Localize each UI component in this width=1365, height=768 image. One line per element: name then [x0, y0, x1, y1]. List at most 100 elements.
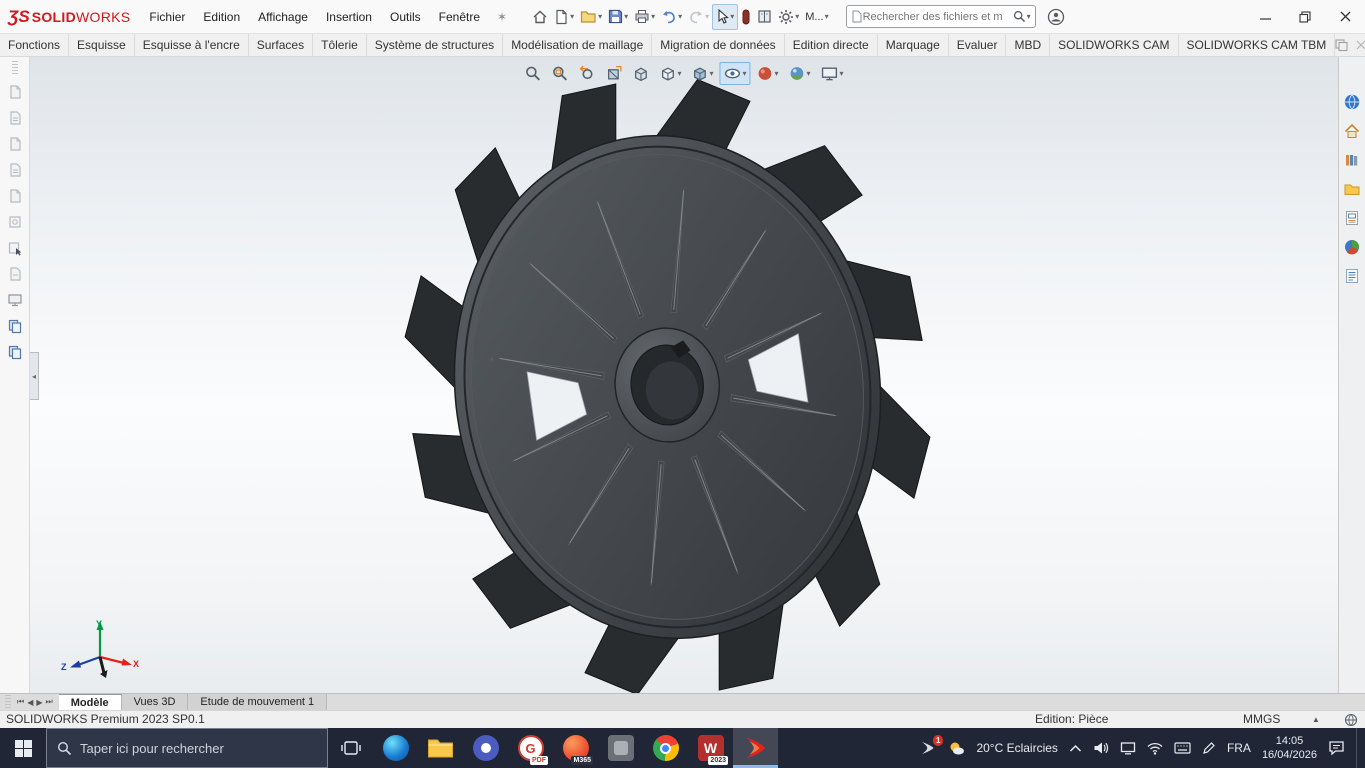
- tab-systeme-structures[interactable]: Système de structures: [367, 34, 504, 56]
- view-settings-button[interactable]: ▾: [817, 62, 848, 85]
- redo-button[interactable]: ▾: [685, 4, 712, 30]
- tab-esquisse[interactable]: Esquisse: [69, 34, 135, 56]
- left-toolbar-icon-08[interactable]: [5, 264, 25, 283]
- menu-insertion[interactable]: Insertion: [317, 0, 381, 34]
- tab-edition-directe[interactable]: Edition directe: [785, 34, 878, 56]
- apply-scene-caret-icon[interactable]: ▾: [807, 69, 811, 78]
- show-desktop-button[interactable]: [1356, 728, 1361, 768]
- left-toolbar-icon-03[interactable]: [5, 134, 25, 153]
- start-button[interactable]: [0, 728, 46, 768]
- print-caret-icon[interactable]: ▾: [651, 12, 655, 21]
- left-toolbar-icon-02[interactable]: [5, 108, 25, 127]
- display-style-caret-icon[interactable]: ▾: [709, 69, 713, 78]
- network-wifi-icon[interactable]: [1147, 742, 1163, 755]
- touch-keyboard-icon[interactable]: [1174, 742, 1191, 754]
- left-toolbar-icon-01[interactable]: [5, 82, 25, 101]
- minimize-button[interactable]: [1245, 0, 1285, 33]
- file-explorer-pane-button[interactable]: [1341, 178, 1363, 200]
- left-toolbar-icon-07[interactable]: [5, 238, 25, 257]
- options-book-button[interactable]: [754, 4, 775, 30]
- user-menu-button[interactable]: M... ▾: [802, 4, 831, 30]
- design-library-button[interactable]: [1341, 149, 1363, 171]
- new-document-button[interactable]: ▾: [551, 4, 577, 30]
- left-toolbar-copy-icon-1[interactable]: [5, 316, 25, 335]
- last-tab-button[interactable]: ⏭: [46, 697, 53, 707]
- undo-caret-icon[interactable]: ▾: [678, 12, 682, 21]
- help-button[interactable]: [1044, 4, 1068, 30]
- left-toolbar-icon-05[interactable]: [5, 186, 25, 205]
- tab-surfaces[interactable]: Surfaces: [249, 34, 314, 56]
- unit-system-button[interactable]: MMGS: [1243, 712, 1280, 726]
- task-view-button[interactable]: [328, 728, 373, 768]
- left-toolbar-icon-06[interactable]: [5, 212, 25, 231]
- tab-etude-mouvement[interactable]: Etude de mouvement 1: [188, 694, 328, 710]
- language-indicator[interactable]: FRA: [1227, 741, 1251, 755]
- undock-ribbon-icon[interactable]: [1335, 39, 1348, 51]
- restore-button[interactable]: [1285, 0, 1325, 33]
- menu-fenetre[interactable]: Fenêtre: [430, 0, 489, 34]
- tab-tolerie[interactable]: Tôlerie: [313, 34, 367, 56]
- search-icon[interactable]: [1013, 10, 1026, 23]
- solidworks-app-button[interactable]: [733, 728, 778, 768]
- file-search-box[interactable]: ▾: [845, 5, 1036, 28]
- display-style-button[interactable]: ▾: [687, 62, 717, 85]
- tab-marquage[interactable]: Marquage: [878, 34, 949, 56]
- hide-show-caret-icon[interactable]: ▾: [742, 69, 746, 78]
- taskbar-search-box[interactable]: [46, 728, 328, 768]
- first-tab-button[interactable]: ⏮: [17, 697, 24, 707]
- tab-fonctions[interactable]: Fonctions: [0, 34, 70, 56]
- file-explorer-app-button[interactable]: [418, 728, 463, 768]
- settings-button[interactable]: ▾: [775, 4, 802, 30]
- tab-migration[interactable]: Migration de données: [652, 34, 785, 56]
- menu-fichier[interactable]: Fichier: [140, 0, 194, 34]
- print-button[interactable]: ▾: [631, 4, 658, 30]
- tab-esquisse-encre[interactable]: Esquisse à l'encre: [135, 34, 249, 56]
- select-button[interactable]: ▾: [712, 3, 739, 30]
- weather-text[interactable]: 20°C Eclaircies: [976, 741, 1058, 755]
- view-settings-caret-icon[interactable]: ▾: [840, 69, 844, 78]
- dynamic-annotation-button[interactable]: [628, 62, 653, 85]
- appearances-pane-button[interactable]: [1341, 236, 1363, 258]
- word-2023-app-button[interactable]: W 2023: [688, 728, 733, 768]
- hide-show-items-button[interactable]: ▾: [719, 62, 751, 85]
- feature-manager-splitter[interactable]: ◂: [30, 352, 39, 400]
- undo-button[interactable]: ▾: [658, 4, 685, 30]
- new-document-caret-icon[interactable]: ▾: [570, 12, 574, 21]
- m365-app-button[interactable]: M365: [553, 728, 598, 768]
- select-caret-icon[interactable]: ▾: [730, 12, 734, 21]
- open-caret-icon[interactable]: ▾: [598, 12, 602, 21]
- view-orientation-caret-icon[interactable]: ▾: [677, 69, 681, 78]
- notification-app-button[interactable]: 1: [919, 735, 944, 757]
- pdf-app-button[interactable]: G PDF: [508, 728, 553, 768]
- teams-app-button[interactable]: [463, 728, 508, 768]
- save-caret-icon[interactable]: ▾: [624, 12, 628, 21]
- settings-caret-icon[interactable]: ▾: [795, 12, 799, 21]
- volume-icon[interactable]: [1093, 741, 1109, 755]
- toolbar-grip[interactable]: [11, 61, 18, 75]
- previous-view-button[interactable]: [574, 62, 599, 85]
- menu-edition[interactable]: Edition: [194, 0, 249, 34]
- custom-properties-button[interactable]: [1341, 265, 1363, 287]
- menu-affichage[interactable]: Affichage: [249, 0, 317, 34]
- zoom-to-fit-button[interactable]: [520, 62, 545, 85]
- user-menu-caret-icon[interactable]: ▾: [825, 12, 829, 21]
- edit-appearance-caret-icon[interactable]: ▾: [775, 69, 779, 78]
- home-tab-button[interactable]: [1341, 120, 1363, 142]
- impeller-model[interactable]: [369, 57, 967, 693]
- zoom-to-area-button[interactable]: [547, 62, 572, 85]
- menu-outils[interactable]: Outils: [381, 0, 430, 34]
- hidden-icons-chevron-icon[interactable]: [1069, 744, 1082, 753]
- next-tab-button[interactable]: ▶: [36, 698, 42, 707]
- solidworks-resources-button[interactable]: [1341, 91, 1363, 113]
- file-search-input[interactable]: [862, 10, 1013, 23]
- left-toolbar-copy-icon-2[interactable]: [5, 342, 25, 361]
- edge-app-button[interactable]: [373, 728, 418, 768]
- edit-appearance-button[interactable]: ▾: [753, 62, 783, 85]
- view-palette-button[interactable]: [1341, 207, 1363, 229]
- clock[interactable]: 14:05 16/04/2026: [1262, 734, 1317, 762]
- left-toolbar-monitor-icon[interactable]: [5, 290, 25, 309]
- view-orientation-button[interactable]: ▾: [655, 62, 685, 85]
- open-button[interactable]: ▾: [577, 4, 605, 30]
- display-cast-icon[interactable]: [1120, 741, 1136, 755]
- status-globe-icon[interactable]: [1344, 713, 1358, 727]
